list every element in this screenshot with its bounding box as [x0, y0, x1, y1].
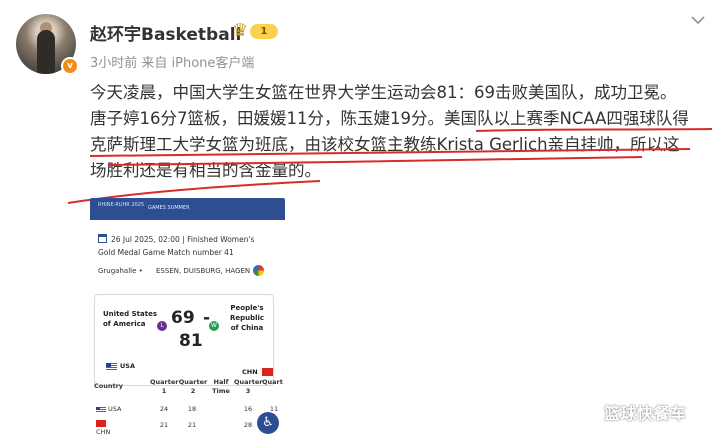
- accessibility-icon[interactable]: ♿: [257, 412, 279, 434]
- post-text-line: 今天凌晨，中国大学生女篮在世界大学生运动会81：69击败美国队，成功卫冕。: [90, 83, 677, 102]
- usa-flag-icon: [106, 363, 117, 370]
- table-header: Quarter 3: [234, 378, 263, 395]
- venue-label: Grugahalle •: [98, 267, 143, 275]
- avatar-figure-shape: [37, 30, 55, 74]
- verified-badge-icon: v: [61, 57, 79, 75]
- usa-flag-icon: [96, 407, 106, 413]
- venue: Grugahalle • ESSEN, DUISBURG, HAGEN: [98, 267, 250, 275]
- team-a-code: USA: [106, 362, 135, 370]
- team-b-code-text: CHN: [242, 368, 258, 376]
- post-text-line: 场胜利还是有相当的含金量的。: [90, 161, 321, 180]
- team-b-score: 81: [179, 331, 203, 351]
- calendar-icon: [98, 234, 107, 243]
- table-cell: 21: [159, 421, 169, 429]
- team-a-name: United States of America: [103, 310, 157, 328]
- china-flag-icon: [96, 420, 106, 427]
- vip-badge[interactable]: ♛ 1: [232, 21, 278, 41]
- globe-icon: [253, 265, 264, 276]
- image-header-bar: RHINE-RUHR 2025 GAMES SUMMER: [90, 198, 285, 220]
- post-text-line: 克萨斯理工大学女篮为班底，由该校女篮主教练Krista Gerlich亲自挂帅，…: [90, 135, 680, 154]
- vip-level: 1: [250, 24, 278, 39]
- team-b-name: People's Republic of China: [229, 304, 265, 332]
- win-badge: W: [209, 321, 219, 331]
- team-b-code: CHN: [242, 368, 273, 376]
- scoreboard: United States of America 69 - L W 81 Peo…: [94, 294, 274, 386]
- table-header: Quarter 2: [178, 378, 208, 395]
- china-flag-icon: [262, 368, 273, 376]
- chevron-down-icon[interactable]: [690, 14, 706, 26]
- team-a-score: 69: [171, 308, 195, 328]
- table-cell: 21: [187, 421, 197, 429]
- games-subtitle: GAMES SUMMER: [148, 205, 190, 211]
- table-header: Half Time: [212, 378, 230, 395]
- table-cell: 16: [243, 405, 253, 413]
- table-cell: 24: [159, 405, 169, 413]
- watermark: 篮球快餐车: [604, 404, 687, 423]
- table-header: Country: [94, 382, 124, 390]
- post-meta: 3小时前 来自 iPhone客户端: [90, 56, 255, 71]
- team-a-code-text: USA: [120, 362, 135, 370]
- post-text: 今天凌晨，中国大学生女篮在世界大学生运动会81：69击败美国队，成功卫冕。 唐子…: [90, 80, 710, 184]
- table-cell: CHN: [96, 428, 111, 436]
- match-date: 26 Jul 2025, 02:00 | Finished Women's: [98, 234, 254, 244]
- games-logo: RHINE-RUHR 2025: [98, 202, 145, 208]
- table-cell: USA: [108, 405, 122, 413]
- post-image[interactable]: RHINE-RUHR 2025 GAMES SUMMER 26 Jul 2025…: [90, 198, 285, 437]
- author-name[interactable]: 赵环宇Basketball: [90, 20, 241, 45]
- match-info: Gold Medal Game Match number 41: [98, 248, 234, 257]
- table-header: Quart: [262, 378, 283, 386]
- match-date-text: 26 Jul 2025, 02:00 | Finished Women's: [111, 235, 255, 244]
- post-text-line: 唐子婷16分7篮板，田媛媛11分，陈玉婕19分。美国队以上赛季NCAA四强球队得: [90, 109, 689, 128]
- loss-badge: L: [157, 321, 167, 331]
- table-cell: 18: [187, 405, 197, 413]
- table-header: Quarter 1: [150, 378, 179, 395]
- venue-value: ESSEN, DUISBURG, HAGEN: [156, 267, 251, 275]
